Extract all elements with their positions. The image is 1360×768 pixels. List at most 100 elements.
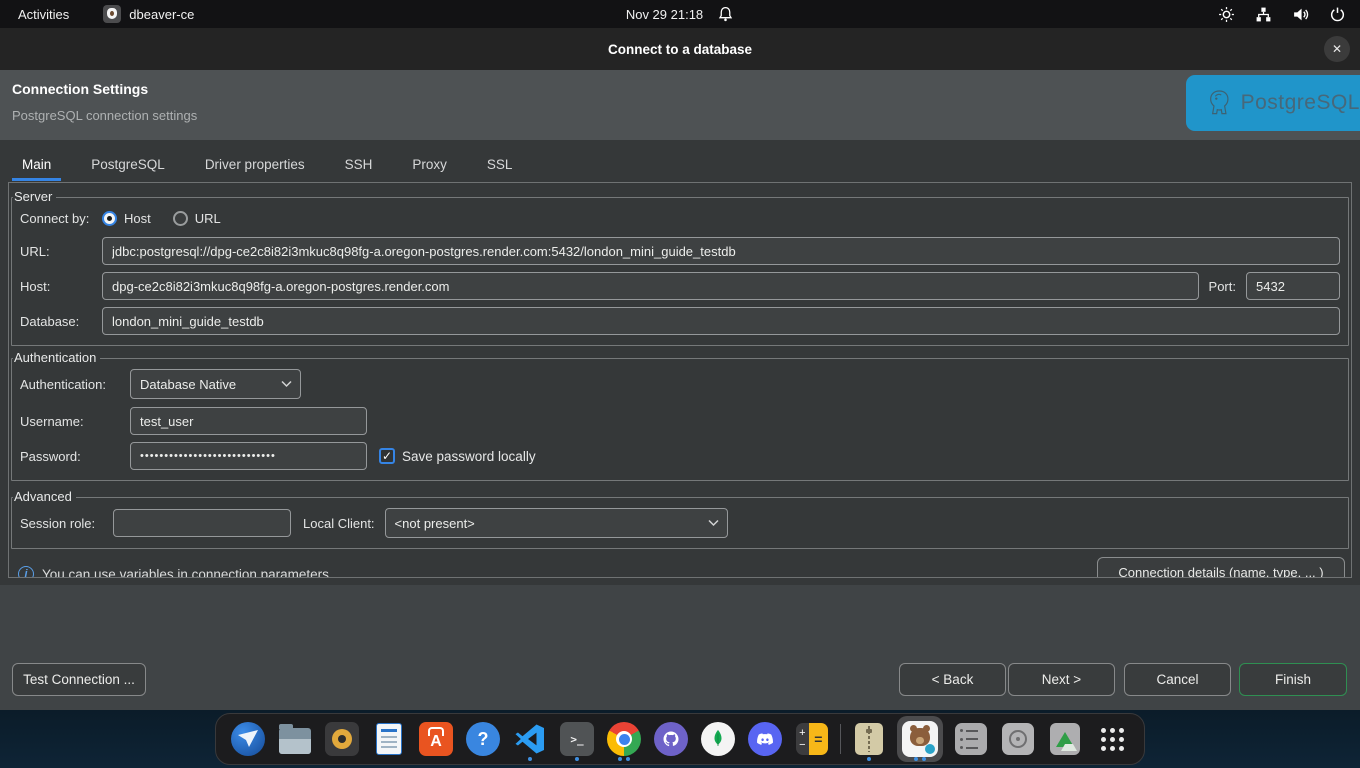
terminal-icon: >_ [560, 722, 594, 756]
dock-item-archive-manager[interactable] [850, 716, 888, 762]
focused-app-name: dbeaver-ce [129, 7, 194, 22]
dock-item-dbeaver[interactable] [897, 716, 943, 762]
trash-icon [1050, 723, 1080, 755]
activities-button[interactable]: Activities [18, 7, 69, 22]
gnome-top-bar: Activities dbeaver-ce Nov 29 21:18 [0, 0, 1360, 28]
running-indicator [850, 757, 888, 761]
discord-icon [748, 722, 782, 756]
show-applications-icon [1101, 728, 1124, 751]
connect-by-host-radio[interactable] [102, 211, 117, 226]
authentication-select[interactable]: Database Native [130, 369, 301, 399]
dbeaver-icon [902, 721, 938, 757]
dock-item-libreoffice-writer[interactable] [370, 716, 408, 762]
url-input[interactable] [102, 237, 1340, 265]
connect-by-url-radio-label[interactable]: URL [195, 211, 221, 226]
clock[interactable]: Nov 29 21:18 [626, 7, 703, 22]
rhythmbox-icon [325, 722, 359, 756]
password-input[interactable] [130, 442, 367, 470]
database-input[interactable] [102, 307, 1340, 335]
dock-item-calculator[interactable]: +− = [793, 716, 831, 762]
dock-item-ubuntu-software[interactable]: A [417, 716, 455, 762]
port-label: Port: [1209, 279, 1236, 294]
dialog-header: Connection Settings PostgreSQL connectio… [0, 70, 1360, 140]
connect-by-host-radio-label[interactable]: Host [124, 211, 151, 226]
dock-item-files[interactable] [276, 716, 314, 762]
page-subtitle: PostgreSQL connection settings [12, 108, 197, 123]
running-indicator [897, 757, 943, 761]
dock-item-disks[interactable] [999, 716, 1037, 762]
chevron-down-icon [708, 520, 719, 527]
finish-button[interactable]: Finish [1239, 663, 1347, 696]
variables-hint: i You can use variables in connection pa… [18, 566, 329, 578]
tab-ssl[interactable]: SSL [477, 152, 523, 181]
tab-ssh[interactable]: SSH [335, 152, 383, 181]
volume-icon[interactable] [1292, 6, 1309, 23]
postgresql-logo-text: PostgreSQL [1241, 91, 1360, 115]
running-indicator [605, 757, 643, 761]
postgresql-elephant-icon [1206, 82, 1233, 124]
session-role-label: Session role: [20, 516, 113, 531]
session-role-input[interactable] [113, 509, 291, 537]
dock-item-mongodb-compass[interactable] [699, 716, 737, 762]
authentication-group-legend: Authentication [13, 350, 100, 365]
authentication-group: Authentication Authentication: Database … [11, 358, 1349, 481]
username-label: Username: [20, 414, 130, 429]
host-input[interactable] [102, 272, 1199, 300]
desktop-screen: Activities dbeaver-ce Nov 29 21:18 [0, 0, 1360, 768]
calculator-icon: +− = [796, 723, 828, 755]
close-icon[interactable]: ✕ [1324, 36, 1350, 62]
dock-item-discord[interactable] [746, 716, 784, 762]
connect-by-label: Connect by: [20, 211, 102, 226]
dock-item-rhythmbox[interactable] [323, 716, 361, 762]
url-label: URL: [20, 244, 102, 259]
focused-app-menu[interactable]: dbeaver-ce [103, 5, 194, 23]
server-group-legend: Server [13, 189, 56, 204]
dock-item-github-desktop[interactable] [652, 716, 690, 762]
next-button[interactable]: Next > [1008, 663, 1115, 696]
tab-proxy[interactable]: Proxy [402, 152, 457, 181]
connection-details-button[interactable]: Connection details (name, type, ... ) [1097, 557, 1345, 578]
running-indicator [511, 757, 549, 761]
page-title: Connection Settings [12, 81, 148, 97]
settings-list-icon [955, 723, 987, 755]
tab-main[interactable]: Main [12, 152, 61, 181]
connect-by-url-radio[interactable] [173, 211, 188, 226]
dock-item-chrome[interactable] [605, 716, 643, 762]
server-group: Server Connect by: Host URL URL: Host: P… [11, 197, 1349, 346]
dbeaver-app-icon [103, 5, 121, 23]
brightness-icon[interactable] [1218, 6, 1235, 23]
power-icon[interactable] [1329, 6, 1346, 23]
files-icon [279, 728, 311, 754]
chrome-icon [607, 722, 641, 756]
dock-item-help[interactable]: ? [464, 716, 502, 762]
tab-postgresql[interactable]: PostgreSQL [81, 152, 175, 181]
dock-item-settings-list[interactable] [952, 716, 990, 762]
database-label: Database: [20, 314, 102, 329]
vscode-icon [514, 723, 546, 755]
network-wired-icon[interactable] [1255, 6, 1272, 23]
dialog-button-bar: Test Connection ... < Back Next > Cancel… [0, 585, 1360, 710]
save-password-checkbox[interactable]: ✓ [379, 448, 395, 464]
dock-item-show-applications[interactable] [1093, 716, 1131, 762]
dock-item-thunderbird[interactable] [229, 716, 267, 762]
info-icon: i [18, 566, 34, 578]
save-password-label[interactable]: Save password locally [402, 449, 536, 464]
tab-driver-properties[interactable]: Driver properties [195, 152, 315, 181]
dialog-titlebar[interactable]: Connect to a database ✕ [0, 28, 1360, 70]
notification-bell-icon[interactable] [717, 6, 734, 23]
cancel-button[interactable]: Cancel [1124, 663, 1231, 696]
dock-item-vscode[interactable] [511, 716, 549, 762]
port-input[interactable] [1246, 272, 1340, 300]
libreoffice-writer-icon [376, 723, 402, 755]
authentication-select-value: Database Native [140, 377, 236, 392]
dock-item-terminal[interactable]: >_ [558, 716, 596, 762]
local-client-select[interactable]: <not present> [385, 508, 728, 538]
local-client-label: Local Client: [303, 516, 375, 531]
github-desktop-icon [654, 722, 688, 756]
username-input[interactable] [130, 407, 367, 435]
authentication-label: Authentication: [20, 377, 130, 392]
test-connection-button[interactable]: Test Connection ... [12, 663, 146, 696]
back-button[interactable]: < Back [899, 663, 1006, 696]
dock-item-trash[interactable] [1046, 716, 1084, 762]
main-tab-content: Server Connect by: Host URL URL: Host: P… [8, 182, 1352, 578]
